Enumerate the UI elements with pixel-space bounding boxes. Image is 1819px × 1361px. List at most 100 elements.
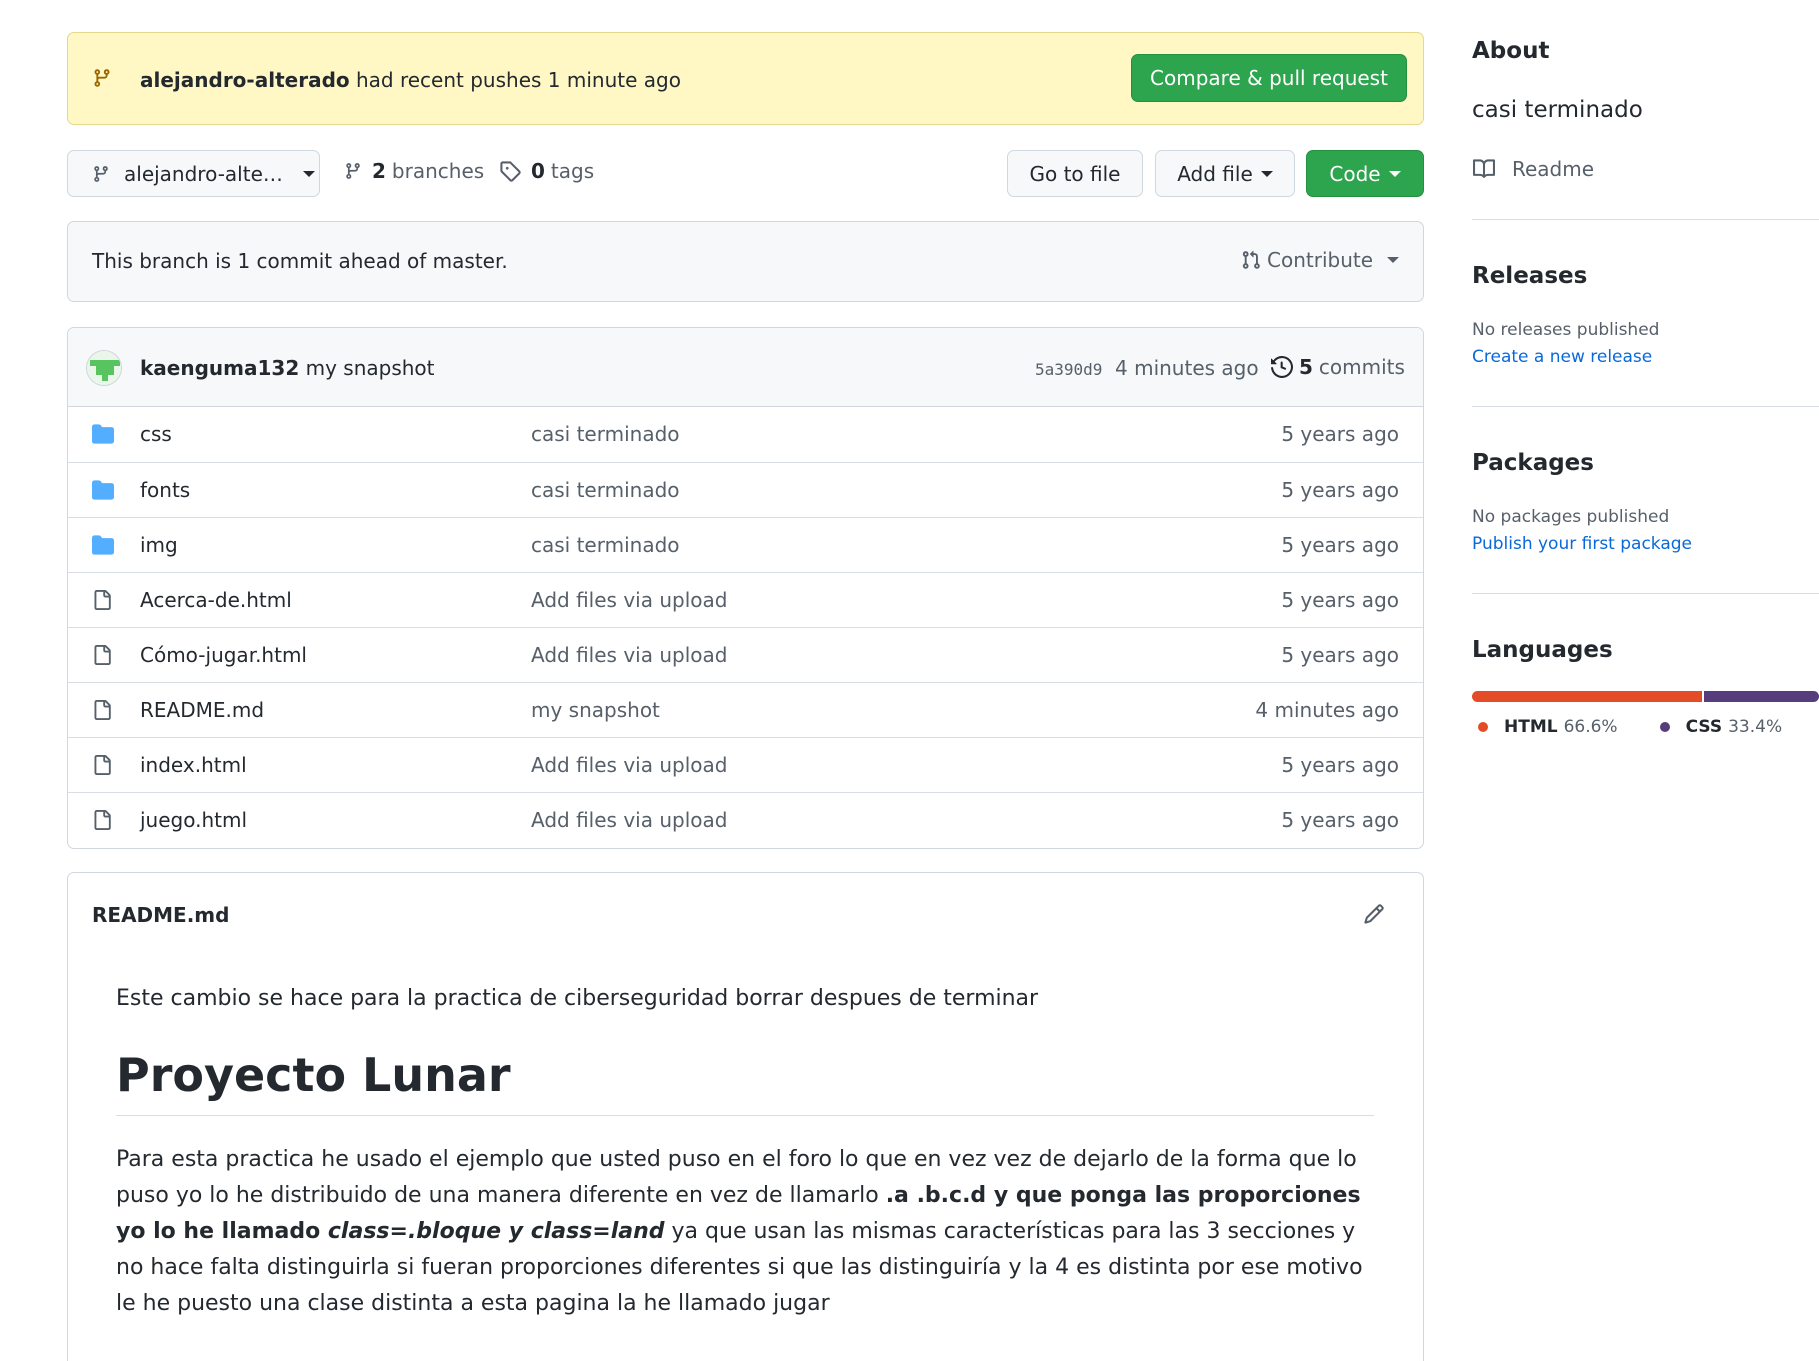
file-commit-message-link[interactable]: Add files via upload (531, 643, 727, 667)
commit-sha-link[interactable]: 5a390d9 (1035, 360, 1102, 379)
file-row[interactable]: css casi terminado 5 years ago (68, 407, 1423, 462)
caret-down-icon (302, 170, 315, 177)
code-button[interactable]: Code (1306, 150, 1424, 197)
commit-time: 4 minutes ago (1115, 356, 1259, 380)
file-commit-age: 5 years ago (1281, 753, 1399, 777)
caret-down-icon (1387, 257, 1400, 263)
commit-message-link[interactable]: my snapshot (306, 356, 435, 380)
push-branch-link[interactable]: alejandro-alterado (140, 68, 350, 92)
file-commit-age: 5 years ago (1281, 533, 1399, 557)
code-label: Code (1329, 161, 1381, 186)
file-row[interactable]: img casi terminado 5 years ago (68, 517, 1423, 572)
branch-status-box: This branch is 1 commit ahead of master.… (67, 221, 1424, 302)
pencil-icon[interactable] (1363, 903, 1385, 925)
commit-summary: kaenguma132 my snapshot (140, 356, 435, 380)
add-file-button[interactable]: Add file (1155, 150, 1295, 197)
tags-count: 0 (531, 159, 545, 183)
file-name-link[interactable]: Acerca-de.html (140, 588, 292, 612)
avatar[interactable] (86, 350, 122, 386)
file-icon (92, 809, 112, 831)
file-icon (92, 699, 112, 721)
readme-heading: Proyecto Lunar (116, 1045, 1374, 1116)
file-commit-message-link[interactable]: my snapshot (531, 698, 660, 722)
history-icon (1271, 356, 1293, 378)
about-description: casi terminado (1472, 97, 1643, 123)
language-bar-segment[interactable] (1472, 691, 1702, 702)
file-commit-age: 5 years ago (1281, 588, 1399, 612)
file-row[interactable]: juego.html Add files via upload 5 years ag… (68, 792, 1423, 847)
readme-link[interactable]: Readme (1472, 157, 1594, 181)
contribute-label: Contribute (1267, 248, 1374, 272)
language-item[interactable]: CSS 33.4% (1659, 717, 1782, 737)
file-name-link[interactable]: fonts (140, 478, 190, 502)
file-name-link[interactable]: README.md (140, 698, 264, 722)
branches-link[interactable]: 2 branches (344, 159, 484, 183)
file-row[interactable]: index.html Add files via upload 5 years ag… (68, 737, 1423, 792)
branches-label: branches (391, 159, 485, 183)
divider (1472, 406, 1819, 407)
file-commit-age: 5 years ago (1281, 643, 1399, 667)
readme-title[interactable]: README.md (92, 903, 229, 927)
divider (1472, 593, 1819, 594)
packages-empty-text: No packages published (1472, 507, 1670, 527)
git-branch-icon (344, 161, 362, 181)
latest-commit-bar: kaenguma132 my snapshot 5a390d9 4 minute… (68, 328, 1423, 407)
branch-select-label: alejandro-alte… (124, 161, 283, 186)
language-bar-segment[interactable] (1703, 691, 1819, 702)
file-commit-age: 5 years ago (1281, 478, 1399, 502)
file-name-link[interactable]: juego.html (140, 808, 247, 832)
file-name-link[interactable]: Cómo-jugar.html (140, 643, 307, 667)
packages-heading[interactable]: Packages (1472, 450, 1594, 476)
readme-panel: README.md Este cambio se hace para la pr… (67, 872, 1424, 1361)
language-list: HTML 66.6% CSS 33.4% (1472, 717, 1818, 737)
readme-bold-italic-text: class=.bloque y class=land (327, 1219, 665, 1244)
file-name-link[interactable]: img (140, 533, 178, 557)
language-dot (1659, 722, 1670, 732)
file-row[interactable]: fonts casi terminado 5 years ago (68, 462, 1423, 517)
file-row[interactable]: README.md my snapshot 4 minutes ago (68, 682, 1423, 737)
readme-intro: Este cambio se hace para la practica de … (116, 986, 1039, 1011)
folder-icon (92, 479, 114, 501)
language-percent: 66.6% (1563, 717, 1618, 737)
file-name-link[interactable]: index.html (140, 753, 247, 777)
publish-package-link[interactable]: Publish your first package (1472, 534, 1692, 554)
file-commit-message-link[interactable]: casi terminado (531, 478, 680, 502)
tags-link[interactable]: 0 tags (499, 159, 594, 183)
push-message: alejandro-alterado had recent pushes 1 m… (140, 68, 681, 92)
file-commit-message-link[interactable]: Add files via upload (531, 808, 727, 832)
branch-select-button[interactable]: alejandro-alte… (67, 150, 320, 197)
file-icon (92, 589, 112, 611)
create-release-link[interactable]: Create a new release (1472, 347, 1652, 367)
folder-icon (92, 534, 114, 556)
readme-paragraph: Para esta practica he usado el ejemplo q… (116, 1142, 1374, 1322)
file-list: css casi terminado 5 years ago fonts casi te… (68, 407, 1423, 847)
file-commit-message-link[interactable]: casi terminado (531, 422, 680, 446)
push-message-text: had recent pushes 1 minute ago (355, 68, 681, 92)
file-name-link[interactable]: css (140, 422, 172, 446)
tag-icon (499, 160, 521, 182)
file-commit-age: 4 minutes ago (1255, 698, 1399, 722)
branch-status-text: This branch is 1 commit ahead of master. (92, 249, 508, 273)
file-icon (92, 754, 112, 776)
commits-history-link[interactable]: 5 commits (1271, 355, 1405, 379)
readme-content: Este cambio se hace para la practica de … (116, 983, 1374, 1322)
language-item[interactable]: HTML 66.6% (1478, 717, 1618, 737)
commit-author-link[interactable]: kaenguma132 (140, 356, 299, 380)
language-bar (1472, 691, 1819, 702)
caret-down-icon (1388, 170, 1401, 177)
file-icon (92, 644, 112, 666)
file-row[interactable]: Acerca-de.html Add files via upload 5 year… (68, 572, 1423, 627)
file-commit-message-link[interactable]: Add files via upload (531, 588, 727, 612)
file-commit-message-link[interactable]: casi terminado (531, 533, 680, 557)
contribute-dropdown[interactable]: Contribute (1241, 248, 1400, 272)
language-name: CSS (1685, 717, 1723, 737)
book-icon (1472, 158, 1496, 180)
add-file-label: Add file (1177, 161, 1253, 186)
go-to-file-button[interactable]: Go to file (1007, 150, 1143, 197)
file-commit-message-link[interactable]: Add files via upload (531, 753, 727, 777)
compare-pull-request-button[interactable]: Compare & pull request (1131, 54, 1407, 102)
recent-push-banner: alejandro-alterado had recent pushes 1 m… (67, 32, 1424, 125)
file-row[interactable]: Cómo-jugar.html Add files via upload 5 yea… (68, 627, 1423, 682)
releases-heading[interactable]: Releases (1472, 263, 1587, 289)
language-name: HTML (1504, 717, 1558, 737)
